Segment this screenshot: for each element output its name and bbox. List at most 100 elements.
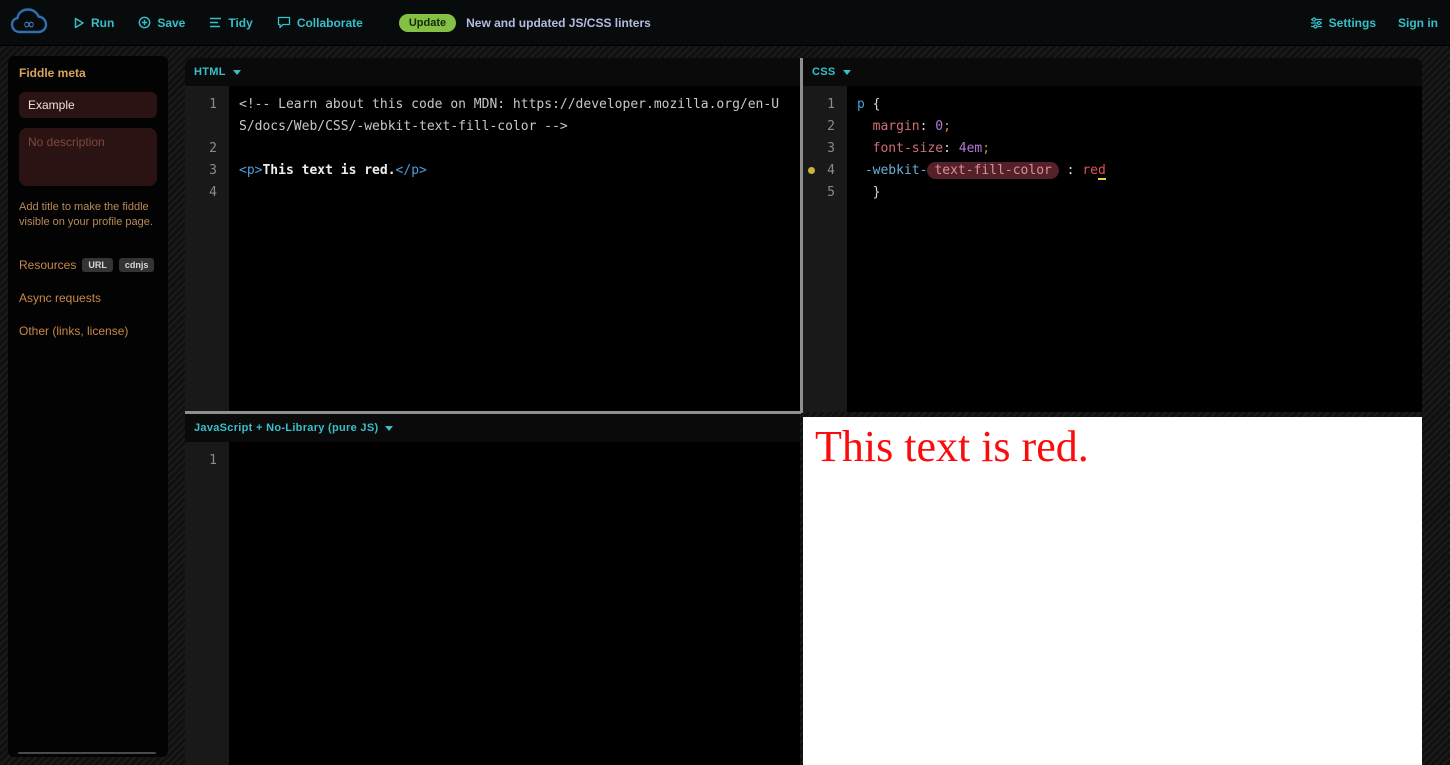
sidebar-bottom-divider	[18, 752, 156, 754]
run-button[interactable]: Run	[73, 16, 114, 30]
code-token: :	[919, 119, 936, 134]
js-code-editor[interactable]: 1	[185, 442, 800, 765]
async-requests-label: Async requests	[19, 291, 102, 305]
save-icon	[138, 16, 151, 29]
css-code-editor[interactable]: 1p {2 margin: 0; 3 font-size: 4em; 4 -webk…	[803, 86, 1422, 412]
code-token: <p>	[239, 163, 263, 178]
html-code-editor[interactable]: 1 <!-- Learn about this code on MDN: http…	[185, 86, 800, 412]
code-content: <!-- Learn about this code on MDN: https…	[229, 94, 800, 138]
line-number: 2	[209, 141, 217, 156]
code-token: {	[864, 97, 881, 112]
code-line: 3 font-size: 4em;	[803, 138, 1422, 160]
code-token: 0	[935, 119, 944, 134]
code-token: :	[1058, 163, 1083, 178]
js-panel-dropdown[interactable]: JavaScript + No-Library (pure JS)	[185, 414, 800, 442]
panel-vertical-divider[interactable]	[800, 58, 803, 413]
code-token: 4em	[958, 141, 983, 156]
speech-bubble-icon	[277, 16, 290, 29]
play-icon	[74, 17, 84, 28]
fiddle-meta-sidebar: Fiddle meta Add title to make the fiddle…	[8, 56, 168, 757]
topbar: ∞ Run Save Tidy Collaborate Update New a…	[0, 0, 1450, 46]
code-token: </p>	[395, 163, 427, 178]
save-button[interactable]: Save	[138, 16, 185, 30]
chevron-down-icon	[385, 425, 394, 431]
chevron-down-icon	[842, 69, 851, 75]
line-number: 2	[827, 119, 835, 134]
code-token: d	[1098, 163, 1106, 180]
code-line: 5 }	[803, 182, 1422, 204]
code-token: re	[1082, 163, 1098, 178]
sidebar-item-async-requests[interactable]: Async requests	[19, 291, 157, 305]
collaborate-button[interactable]: Collaborate	[277, 16, 363, 30]
settings-label: Settings	[1328, 15, 1376, 30]
code-line: 1 <!-- Learn about this code on MDN: http…	[185, 94, 800, 138]
sidebar-help-text: Add title to make the fiddle visible on …	[19, 201, 153, 228]
jsfiddle-logo[interactable]: ∞	[9, 6, 49, 40]
sidebar-item-resources[interactable]: Resources URL cdnjs	[19, 258, 157, 272]
code-token: ;	[982, 141, 991, 156]
update-announcement-link[interactable]: New and updated JS/CSS linters	[466, 16, 651, 30]
css-editor-panel: CSS 1p {2 margin: 0; 3 font-size: 4em; 4 -…	[803, 58, 1422, 412]
code-content: font-size: 4em;	[847, 138, 1422, 160]
code-token: :	[943, 141, 959, 156]
html-panel-title: HTML	[194, 66, 226, 78]
code-token: -webkit-	[864, 163, 928, 178]
sign-in-link[interactable]: Sign in	[1398, 16, 1438, 30]
resources-cdnjs-badge[interactable]: cdnjs	[118, 258, 155, 272]
fiddle-title-input[interactable]	[19, 92, 157, 118]
code-content	[229, 138, 800, 160]
code-token: font-size	[872, 141, 944, 156]
line-number: 4	[209, 185, 217, 200]
settings-icon	[1310, 16, 1322, 29]
line-number: 1	[209, 453, 217, 468]
result-paragraph: This text is red.	[815, 422, 1089, 471]
code-content	[229, 450, 800, 472]
fiddle-description-input[interactable]	[19, 128, 157, 186]
code-content	[229, 182, 800, 204]
line-number: 5	[827, 185, 835, 200]
code-token: text-fill-color	[927, 162, 1059, 179]
run-label: Run	[91, 15, 115, 30]
sidebar-item-other[interactable]: Other (links, license)	[19, 324, 157, 338]
html-panel-dropdown[interactable]: HTML	[185, 58, 800, 86]
resources-url-badge[interactable]: URL	[82, 258, 113, 272]
js-editor-panel: JavaScript + No-Library (pure JS) 1	[185, 414, 800, 765]
code-content: }	[847, 182, 1422, 204]
tidy-icon	[210, 17, 222, 28]
code-line: 2	[185, 138, 800, 160]
js-panel-title: JavaScript + No-Library (pure JS)	[194, 422, 379, 434]
chevron-down-icon	[232, 69, 241, 75]
line-number: 3	[209, 163, 217, 178]
infinity-glyph: ∞	[23, 15, 36, 33]
resources-label: Resources	[19, 258, 77, 272]
tidy-button[interactable]: Tidy	[209, 15, 253, 30]
line-number: 3	[827, 141, 835, 156]
line-number: 1	[827, 97, 835, 112]
html-editor-panel: HTML 1 <!-- Learn about this code on MDN:…	[185, 58, 800, 412]
settings-button[interactable]: Settings	[1310, 16, 1376, 30]
code-line: 1	[185, 450, 800, 472]
code-content: p {	[847, 94, 1422, 116]
code-content: <p>This text is red.</p>	[229, 160, 800, 182]
code-line: 3 <p>This text is red.</p>	[185, 160, 800, 182]
result-panel: This text is red.	[803, 417, 1422, 765]
code-token: margin	[872, 119, 920, 134]
sign-in-label: Sign in	[1398, 15, 1438, 30]
code-line: 4	[185, 182, 800, 204]
code-token: }	[857, 185, 881, 200]
code-token: p	[857, 97, 865, 112]
code-content: -webkit-text-fill-color : red	[847, 160, 1422, 182]
lint-marker-icon	[808, 167, 815, 174]
save-label: Save	[157, 15, 186, 30]
code-token: <!-- Learn about this code on MDN: https…	[239, 97, 780, 134]
code-token: This text is red.	[262, 163, 396, 178]
css-panel-dropdown[interactable]: CSS	[803, 58, 1422, 86]
code-line: 2 margin: 0;	[803, 116, 1422, 138]
collaborate-label: Collaborate	[296, 15, 363, 30]
update-badge: Update	[398, 13, 457, 32]
sidebar-heading: Fiddle meta	[19, 66, 86, 80]
tidy-label: Tidy	[228, 15, 253, 30]
